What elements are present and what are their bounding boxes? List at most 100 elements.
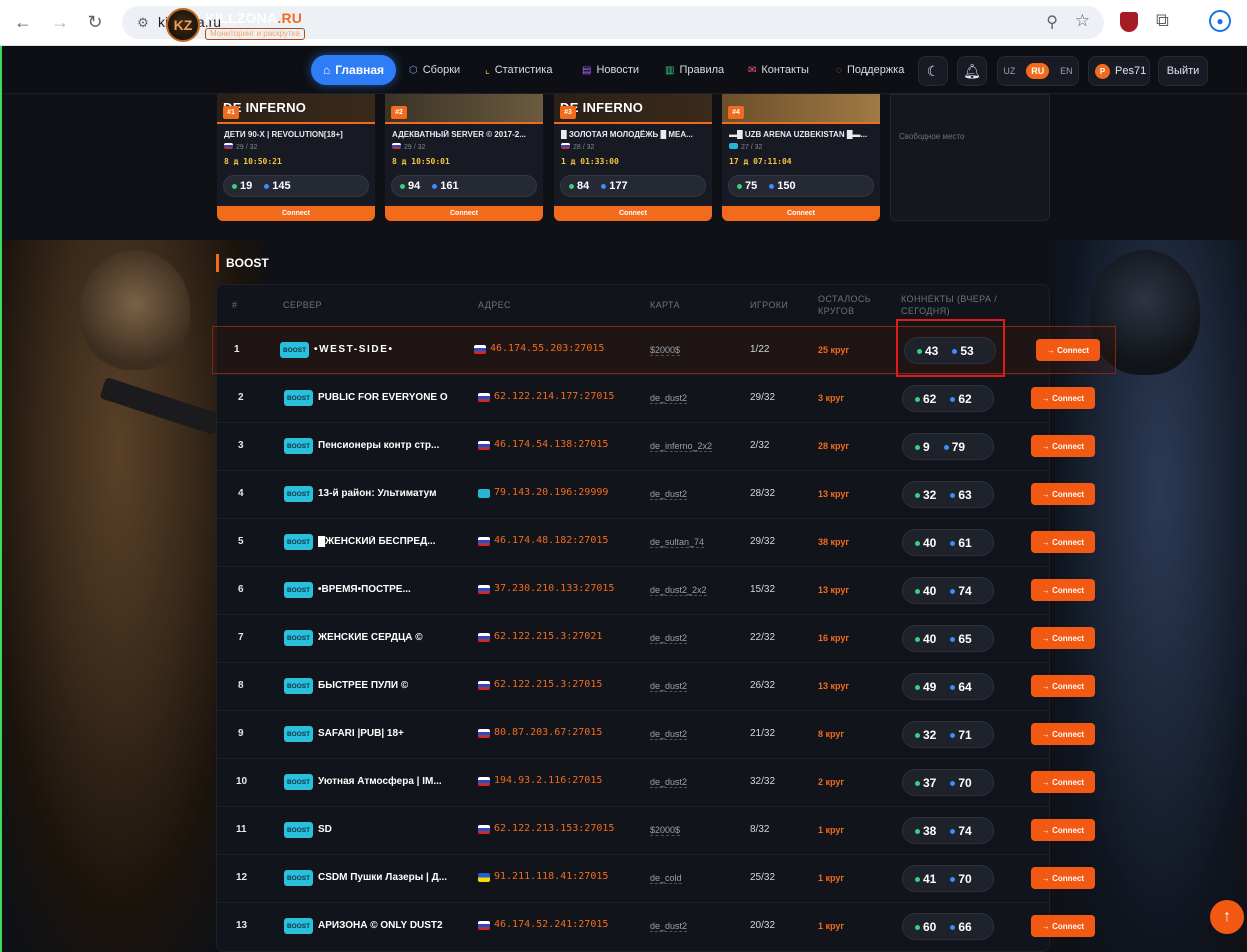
- nav-news[interactable]: ▤ Новости: [582, 64, 639, 76]
- connect-button[interactable]: → Connect: [1031, 531, 1095, 553]
- connects-yesterday: 40: [915, 632, 936, 646]
- server-name[interactable]: SD: [318, 824, 448, 835]
- connect-button[interactable]: → Connect: [1031, 579, 1095, 601]
- logout-button[interactable]: Выйти: [1158, 56, 1208, 86]
- server-name[interactable]: CSDM Пушки Лазеры | Д...: [318, 872, 448, 883]
- card-connect-button[interactable]: Connect: [554, 206, 712, 221]
- server-name[interactable]: █ЖЕНСКИЙ БЕСПРЕД...: [318, 536, 448, 547]
- lang-en[interactable]: EN: [1060, 66, 1073, 76]
- connect-button[interactable]: → Connect: [1031, 675, 1095, 697]
- server-name[interactable]: Пенсионеры контр стр...: [318, 440, 448, 451]
- connects-yesterday: 32: [915, 488, 936, 502]
- server-name[interactable]: •WEST-SIDE•: [314, 344, 444, 355]
- server-name[interactable]: •ВРЕМЯ•ПОСТРЕ...: [318, 584, 448, 595]
- server-address[interactable]: 79.143.20.196:29999: [494, 487, 608, 498]
- connect-button[interactable]: → Connect: [1031, 435, 1095, 457]
- soldier-left-head-image: [80, 250, 190, 370]
- connect-button[interactable]: → Connect: [1031, 627, 1095, 649]
- rounds-left: 28 круг: [818, 441, 850, 451]
- nav-rules[interactable]: ▥ Правила: [665, 64, 724, 76]
- connect-button[interactable]: → Connect: [1031, 867, 1095, 889]
- connect-button[interactable]: → Connect: [1036, 339, 1100, 361]
- map-name[interactable]: de_sultan_74: [650, 537, 705, 548]
- server-address[interactable]: 46.174.52.241:27015: [494, 919, 608, 930]
- connect-button[interactable]: → Connect: [1031, 915, 1095, 937]
- map-name[interactable]: $2000$: [650, 345, 681, 356]
- top-server-card[interactable]: DE INFERNO #1 ДЕТИ 90-Х | REVOLUTION[18+…: [217, 94, 375, 221]
- logo-title[interactable]: KILLZONA.RU: [205, 10, 302, 26]
- nav-home[interactable]: ⌂ Главная: [311, 55, 396, 85]
- server-address[interactable]: 37.230.210.133:27015: [494, 583, 614, 594]
- connects-pill: 40 65: [902, 625, 994, 652]
- server-name[interactable]: ЖЕНСКИЕ СЕРДЦА ©: [318, 632, 448, 643]
- logo-icon[interactable]: KZ: [166, 8, 200, 42]
- card-server-name[interactable]: АДЕКВАТНЫЙ SERVER © 2017-2...: [392, 130, 540, 139]
- free-slot-card[interactable]: Свободное место: [890, 94, 1050, 221]
- card-connect-button[interactable]: Connect: [385, 206, 543, 221]
- home-icon: ⌂: [322, 63, 331, 77]
- map-name[interactable]: de_dust2_2x2: [650, 585, 707, 596]
- back-arrow-icon[interactable]: ←: [9, 8, 37, 36]
- scroll-to-top-button[interactable]: ↑: [1210, 900, 1244, 934]
- server-name[interactable]: АРИЗОНА © ONLY DUST2: [318, 920, 448, 931]
- nav-contacts[interactable]: ✉ Контакты: [748, 64, 809, 76]
- server-name[interactable]: БЫСТРЕЕ ПУЛИ ©: [318, 680, 448, 691]
- nav-stats[interactable]: ⌞ Статистика: [485, 64, 552, 76]
- map-name[interactable]: de_dust2: [650, 681, 688, 692]
- user-menu[interactable]: P Pes71: [1088, 56, 1150, 86]
- top-server-card[interactable]: #4 ▬█ UZB ARENA UZBEKISTAN █▬... 27 / 32…: [722, 94, 880, 221]
- top-server-card[interactable]: DE INFERNO #3 █ ЗОЛОТАЯ МОЛОДЁЖЬ █ MEA..…: [554, 94, 712, 221]
- card-connect-button[interactable]: Connect: [217, 206, 375, 221]
- lang-ru[interactable]: RU: [1026, 63, 1050, 79]
- site-settings-icon[interactable]: ⚙: [134, 14, 152, 32]
- map-name[interactable]: de_inferno_2x2: [650, 441, 713, 452]
- profile-icon[interactable]: ●: [1209, 10, 1231, 32]
- map-name[interactable]: de_dust2: [650, 393, 688, 404]
- map-name[interactable]: de_dust2: [650, 729, 688, 740]
- theme-toggle-button[interactable]: ☾: [918, 56, 948, 86]
- connect-button[interactable]: → Connect: [1031, 387, 1095, 409]
- map-name[interactable]: de_cold: [650, 873, 682, 884]
- bookmark-star-icon[interactable]: ☆: [1075, 11, 1090, 31]
- server-address[interactable]: 80.87.203.67:27015: [494, 727, 602, 738]
- extensions-puzzle-icon[interactable]: ⧉: [1156, 10, 1169, 31]
- notifications-button[interactable]: 🔔︎: [957, 56, 987, 86]
- connects-today: 64: [950, 680, 972, 694]
- shield-extension-icon[interactable]: [1120, 12, 1138, 32]
- server-address[interactable]: 62.122.215.3:27015: [494, 679, 602, 690]
- server-address[interactable]: 46.174.54.138:27015: [494, 439, 608, 450]
- card-server-name[interactable]: █ ЗОЛОТАЯ МОЛОДЁЖЬ █ MEA...: [561, 130, 709, 139]
- server-name[interactable]: Уютная Атмосфера | IM...: [318, 776, 448, 787]
- map-name[interactable]: de_dust2: [650, 489, 688, 500]
- map-name[interactable]: de_dust2: [650, 921, 688, 932]
- reload-icon[interactable]: ↻: [81, 8, 109, 36]
- server-address[interactable]: 62.122.213.153:27015: [494, 823, 614, 834]
- server-address[interactable]: 46.174.55.203:27015: [490, 343, 604, 354]
- nav-builds[interactable]: ⬡ Сборки: [409, 64, 460, 76]
- server-address[interactable]: 91.211.118.41:27015: [494, 871, 608, 882]
- server-address[interactable]: 62.122.214.177:27015: [494, 391, 614, 402]
- map-name[interactable]: de_dust2: [650, 777, 688, 788]
- nav-support[interactable]: ◌ Поддержка: [836, 64, 904, 76]
- column-header-num: #: [232, 300, 238, 310]
- card-connect-button[interactable]: Connect: [722, 206, 880, 221]
- server-name[interactable]: 13-й район: Ультиматум: [318, 488, 448, 499]
- card-server-name[interactable]: ДЕТИ 90-Х | REVOLUTION[18+]: [224, 130, 372, 139]
- server-address[interactable]: 46.174.48.182:27015: [494, 535, 608, 546]
- connect-button[interactable]: → Connect: [1031, 483, 1095, 505]
- zoom-icon[interactable]: ⚲: [1046, 12, 1058, 32]
- server-address[interactable]: 194.93.2.116:27015: [494, 775, 602, 786]
- server-name[interactable]: SAFARI |PUB| 18+: [318, 728, 448, 739]
- connect-button[interactable]: → Connect: [1031, 819, 1095, 841]
- connect-button[interactable]: → Connect: [1031, 723, 1095, 745]
- top-server-card[interactable]: #2 АДЕКВАТНЫЙ SERVER © 2017-2... 29 / 32…: [385, 94, 543, 221]
- server-address[interactable]: 62.122.215.3:27021: [494, 631, 602, 642]
- card-connects: 94 161: [391, 175, 537, 197]
- map-name[interactable]: $2000$: [650, 825, 681, 836]
- card-server-name[interactable]: ▬█ UZB ARENA UZBEKISTAN █▬...: [729, 130, 877, 139]
- forward-arrow-icon[interactable]: →: [46, 8, 74, 36]
- server-name[interactable]: PUBLIC FOR EVERYONE O...: [318, 392, 448, 403]
- map-name[interactable]: de_dust2: [650, 633, 688, 644]
- lang-uz[interactable]: UZ: [1003, 66, 1015, 76]
- connect-button[interactable]: → Connect: [1031, 771, 1095, 793]
